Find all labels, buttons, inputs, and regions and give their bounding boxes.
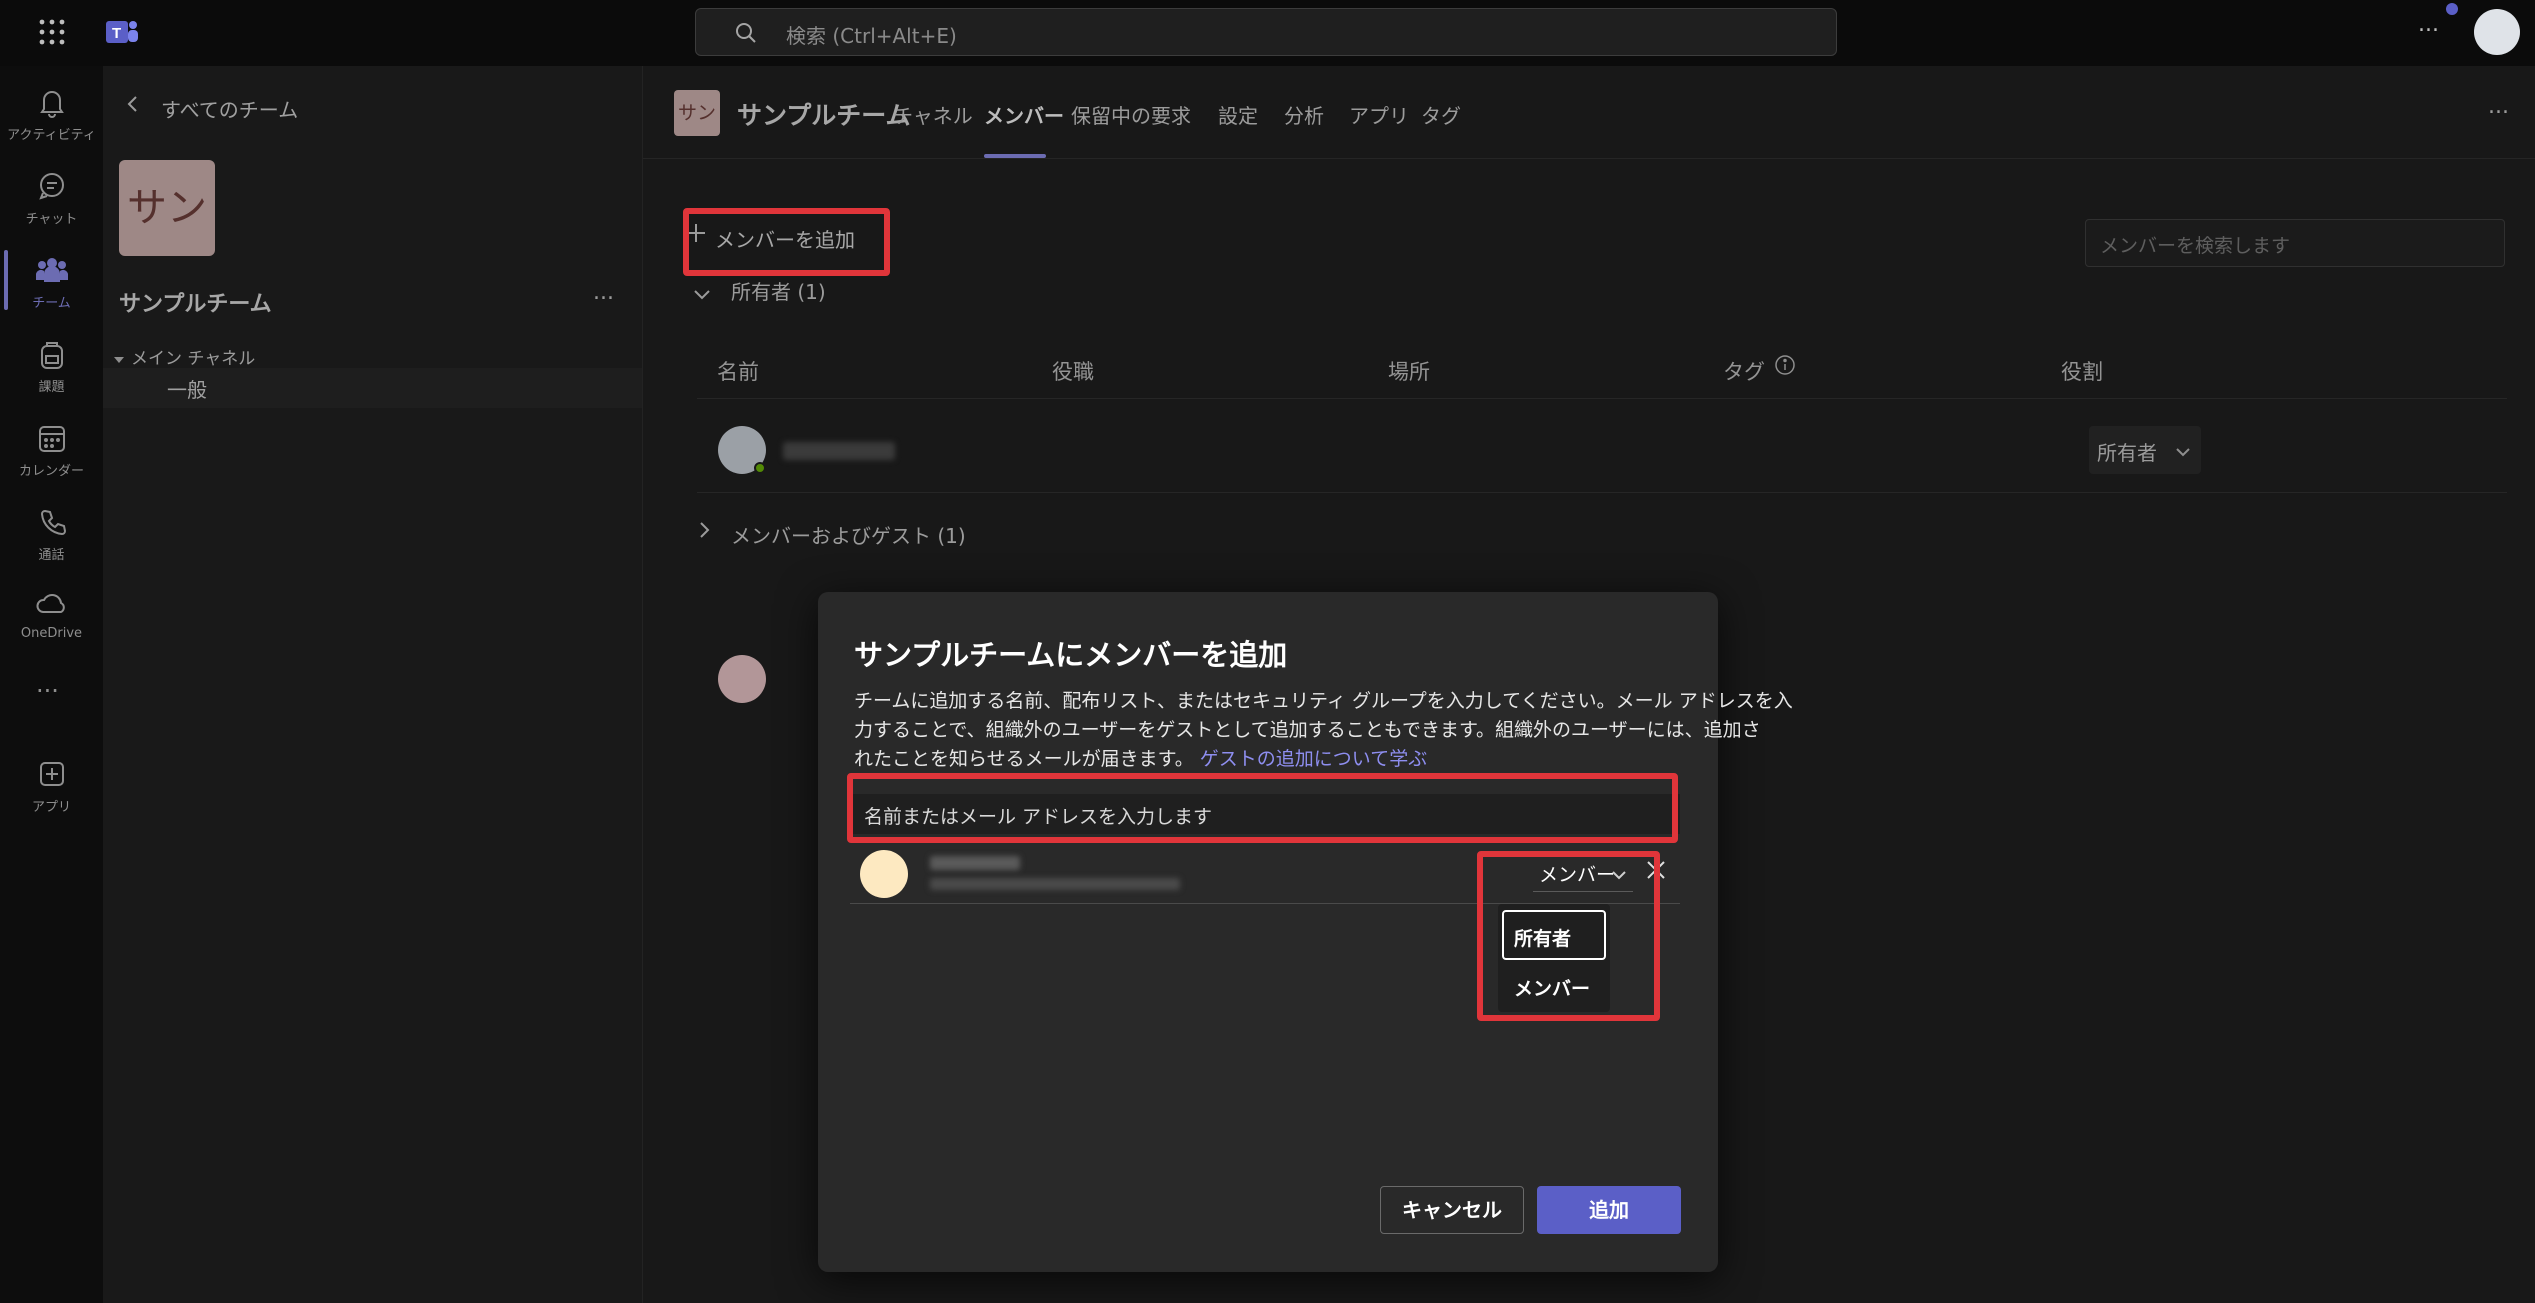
header-team-avatar: サン [674, 90, 720, 136]
table-divider [697, 492, 2507, 493]
avatar [860, 850, 908, 898]
tab-pending-requests[interactable]: 保留中の要求 [1071, 100, 1191, 129]
tab-channels[interactable]: チャネル [893, 100, 973, 129]
rail-label: OneDrive [20, 626, 83, 641]
avatar [718, 655, 766, 703]
highlight-people-picker [847, 773, 1678, 843]
members-section-toggle[interactable]: メンバーおよびゲスト (1) [731, 520, 966, 549]
notification-dot [2446, 3, 2458, 15]
dialog-description-line2: 力することで、組織外のユーザーをゲストとして追加することもできます。組織外のユー… [854, 719, 1761, 741]
rail-item-onedrive[interactable]: OneDrive [0, 576, 103, 656]
role-dropdown[interactable]: 所有者 [2089, 426, 2201, 474]
cancel-label: キャンセル [1402, 1198, 1502, 1222]
add-app-icon [32, 754, 72, 794]
team-more-icon[interactable]: ... [593, 280, 614, 305]
column-tags[interactable]: タグ [1723, 356, 1765, 386]
dialog-description-text: れたことを知らせるメールが届きます。 [854, 748, 1194, 770]
rail-item-activity[interactable]: アクティビティ [0, 74, 103, 154]
rail-item-apps[interactable]: アプリ [0, 746, 103, 826]
chevron-down-icon [2175, 444, 2191, 463]
caret-down-icon[interactable] [113, 350, 125, 369]
tab-members[interactable]: メンバー [984, 100, 1064, 129]
calendar-icon [32, 418, 72, 458]
learn-guest-link[interactable]: ゲストの追加について学ぶ [1200, 748, 1427, 770]
dialog-description-line1: チームに追加する名前、配布リスト、またはセキュリティ グループを入力してください… [854, 690, 1793, 712]
cancel-button[interactable]: キャンセル [1380, 1186, 1524, 1234]
column-name[interactable]: 名前 [717, 356, 759, 386]
tab-analytics[interactable]: 分析 [1284, 100, 1324, 129]
chevron-left-icon[interactable] [125, 94, 141, 118]
channel-group-label[interactable]: メイン チャネル [131, 344, 255, 369]
member-search-input[interactable]: メンバーを検索します [2085, 219, 2505, 267]
search-placeholder: 検索 (Ctrl+Alt+E) [786, 24, 957, 48]
rail-label: 課題 [38, 380, 65, 395]
rail-label: アプリ [31, 800, 71, 815]
info-icon[interactable] [1774, 354, 1796, 380]
more-options-icon[interactable]: ... [2418, 12, 2439, 37]
highlight-role-select [1477, 851, 1660, 1021]
column-location[interactable]: 場所 [1388, 356, 1430, 386]
tab-settings[interactable]: 設定 [1218, 100, 1258, 129]
search-bar[interactable]: 検索 (Ctrl+Alt+E) [695, 8, 1837, 56]
rail-item-calendar[interactable]: カレンダー [0, 410, 103, 490]
team-avatar: サン [119, 160, 215, 256]
redacted-name [930, 856, 1020, 870]
team-panel: すべてのチーム サン サンプルチーム ... メイン チャネル 一般 [103, 66, 643, 1303]
highlight-add-member [683, 208, 890, 276]
rail-label: アクティビティ [7, 128, 96, 143]
redacted-email [930, 878, 1180, 890]
chevron-down-icon[interactable] [693, 286, 711, 305]
bell-icon [32, 82, 72, 122]
top-bar: T 検索 (Ctrl+Alt+E) ... [0, 0, 2535, 66]
add-button[interactable]: 追加 [1537, 1186, 1681, 1234]
column-role[interactable]: 役割 [2061, 356, 2103, 386]
backpack-icon [32, 334, 72, 374]
redacted-name [783, 442, 895, 460]
rail-item-chat[interactable]: チャット [0, 158, 103, 238]
rail-item-teams[interactable]: チーム [0, 242, 103, 322]
header-team-name: サンプルチーム [737, 101, 911, 130]
add-label: 追加 [1589, 1198, 1629, 1222]
column-title[interactable]: 役職 [1052, 356, 1094, 386]
chevron-right-icon[interactable] [699, 521, 711, 543]
dialog-title: サンプルチームにメンバーを追加 [854, 638, 1288, 672]
table-row[interactable]: 所有者 [697, 412, 2507, 492]
user-avatar[interactable] [2474, 9, 2520, 55]
app-rail: アクティビティ チャット チーム 課題 カレンダー 通話 OneDrive ..… [0, 66, 103, 1303]
header-avatar-text: サン [677, 102, 716, 124]
teams-logo-icon: T [104, 16, 140, 48]
all-teams-link[interactable]: すべてのチーム [161, 94, 298, 123]
rail-label: カレンダー [18, 464, 84, 479]
header-divider [643, 158, 2535, 159]
owners-section-toggle[interactable]: 所有者 (1) [731, 276, 826, 305]
tab-tags[interactable]: タグ [1421, 100, 1461, 129]
member-search-placeholder: メンバーを検索します [2100, 235, 2291, 257]
rail-item-calls[interactable]: 通話 [0, 494, 103, 574]
phone-icon [32, 502, 72, 542]
dialog-description-line3: れたことを知らせるメールが届きます。 ゲストの追加について学ぶ [854, 744, 1427, 771]
team-avatar-text: サン [127, 185, 207, 231]
role-value: 所有者 [2097, 441, 2157, 465]
presence-available-icon [754, 462, 766, 474]
teams-icon [32, 250, 72, 290]
rail-label: 通話 [38, 548, 65, 563]
rail-item-assignments[interactable]: 課題 [0, 326, 103, 406]
header-more-icon[interactable]: ... [2488, 94, 2509, 119]
tab-apps[interactable]: アプリ [1349, 100, 1409, 129]
svg-text:T: T [112, 25, 121, 42]
search-icon [734, 21, 758, 49]
cloud-icon [32, 584, 72, 624]
rail-label: チーム [32, 296, 71, 311]
team-name: サンプルチーム [119, 292, 272, 317]
table-divider [697, 398, 2507, 399]
rail-label: チャット [25, 212, 78, 227]
app-launcher-icon[interactable] [38, 18, 66, 46]
channel-item-general[interactable]: 一般 [103, 368, 642, 408]
rail-more-icon[interactable]: ... [36, 670, 59, 698]
channel-name: 一般 [167, 378, 207, 402]
chat-icon [32, 166, 72, 206]
